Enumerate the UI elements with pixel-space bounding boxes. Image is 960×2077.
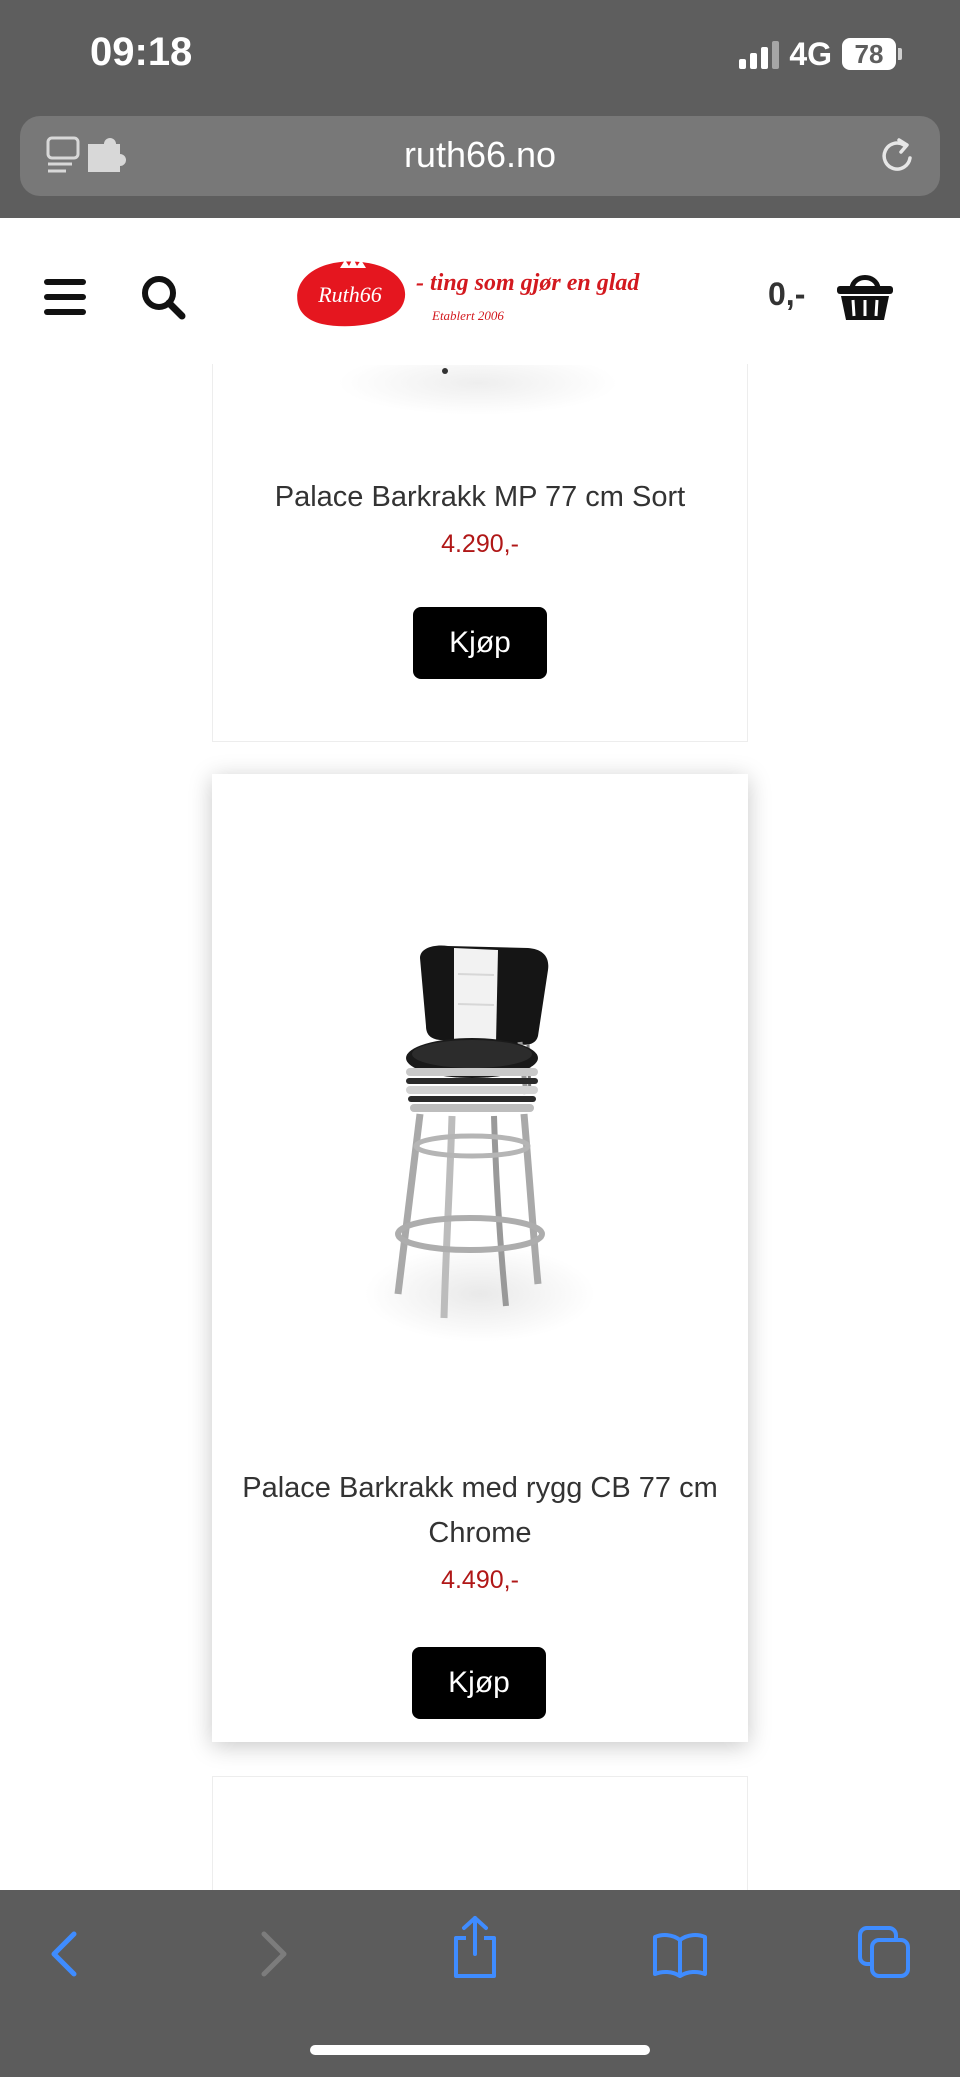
bookmarks-icon[interactable] [652,1930,708,1983]
reload-icon[interactable] [878,134,918,183]
menu-icon[interactable] [44,278,86,321]
buy-button[interactable]: Kjøp [413,607,547,679]
logo-brand: Ruth66 [317,282,382,307]
search-icon[interactable] [140,274,186,325]
address-bar[interactable]: ruth66.no [20,116,940,196]
product-price: 4.490,- [441,1566,519,1594]
status-indicators: 4G 78 [739,34,902,74]
logo-established: Etablert 2006 [431,308,504,323]
site-logo[interactable]: Ruth66 - ting som gjør en glad Etablert … [290,248,680,339]
forward-icon[interactable] [254,1924,294,1989]
product-card[interactable] [212,1776,748,1890]
cart-total[interactable]: 0,- [768,276,805,313]
share-icon[interactable] [450,1914,500,1985]
product-image[interactable] [333,365,623,415]
product-title[interactable]: Palace Barkrakk med rygg CB 77 cm Chrome [232,1466,728,1556]
url-text: ruth66.no [403,134,557,175]
status-time: 09:18 [90,30,193,74]
signal-icon [739,39,780,69]
browser-bottom-toolbar [0,1890,960,2077]
product-card[interactable]: Palace Barkrakk MP 77 cm Sort 4.290,- Kj… [212,364,748,742]
product-price: 4.290,- [441,530,519,558]
tabs-icon[interactable] [858,1926,912,1985]
battery-level: 78 [842,38,896,70]
product-title[interactable]: Palace Barkrakk MP 77 cm Sort [233,475,727,520]
product-image[interactable] [360,944,600,1344]
product-card[interactable]: Palace Barkrakk med rygg CB 77 cm Chrome… [212,774,748,1742]
battery-icon: 78 [842,38,902,70]
cart-icon[interactable] [836,270,894,327]
product-list[interactable]: Palace Barkrakk MP 77 cm Sort 4.290,- Kj… [0,364,960,1890]
browser-top-chrome: 09:18 4G 78 ruth66.no [0,0,960,218]
site-header: Ruth66 - ting som gjør en glad Etablert … [0,218,960,364]
network-type: 4G [789,35,832,72]
logo-tagline: - ting som gjør en glad [416,270,640,296]
buy-button[interactable]: Kjøp [412,1647,546,1719]
back-icon[interactable] [44,1924,84,1989]
home-indicator [310,2045,650,2055]
